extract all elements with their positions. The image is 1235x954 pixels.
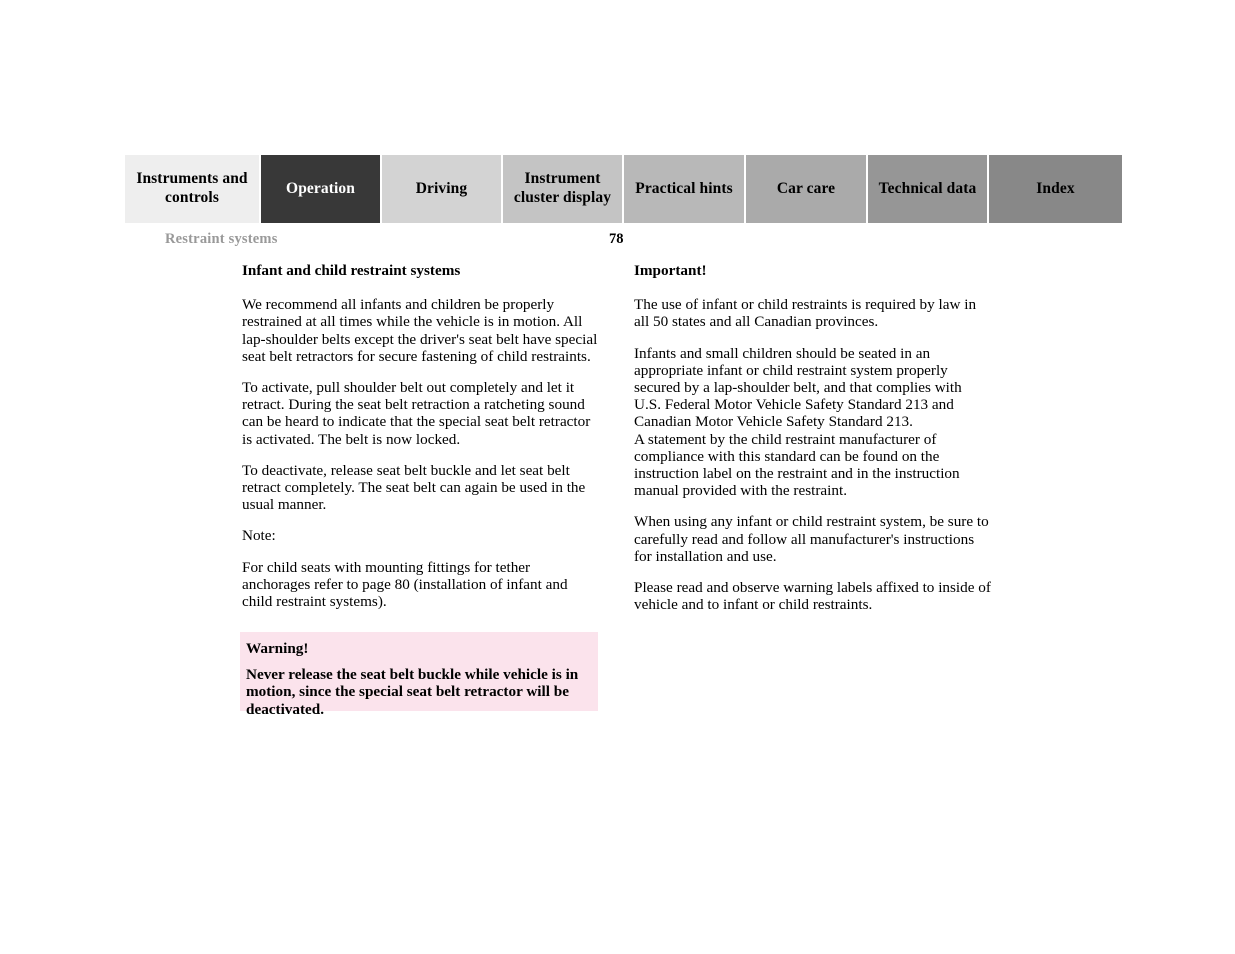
tab-label: Driving — [415, 179, 468, 197]
paragraph: We recommend all infants and children be… — [242, 296, 598, 365]
tab-label: Operation — [286, 179, 355, 197]
tab-technical-data[interactable]: Technical data — [868, 155, 987, 223]
paragraph: To activate, pull shoulder belt out comp… — [242, 379, 591, 448]
paragraph: To deactivate, release seat belt buckle … — [242, 461, 586, 514]
tab-label: Technical data — [878, 179, 977, 197]
page-number: 78 — [609, 231, 624, 247]
note-label: Note: — [242, 527, 276, 545]
right-column-heading: Important! — [634, 262, 707, 279]
right-text-column: Important! The use of infant or child re… — [634, 262, 992, 627]
tab-label: Car care — [776, 179, 836, 197]
left-text-column: Infant and child restraint systems We re… — [242, 262, 598, 624]
left-column-heading: Infant and child restraint systems — [242, 262, 461, 279]
tab-label: Instruments and controls — [136, 170, 248, 206]
tab-practical-hints[interactable]: Practical hints — [624, 155, 744, 223]
running-head-title: Restraint systems — [165, 231, 278, 247]
chapter-tab-bar: Instruments and controls Operation Driving… — [125, 155, 1122, 223]
warning-title: Warning! — [246, 640, 309, 657]
paragraph: Infants and small children should be sea… — [634, 344, 962, 431]
tab-operation[interactable]: Operation — [261, 155, 380, 223]
manual-page: Instruments and controls Operation Driving… — [0, 0, 1235, 954]
tab-car-care[interactable]: Car care — [746, 155, 866, 223]
tab-instruments-and-controls[interactable]: Instruments and controls — [125, 155, 259, 223]
tab-driving[interactable]: Driving — [382, 155, 501, 223]
note-text: For child seats with mounting fittings f… — [242, 558, 568, 611]
paragraph: A statement by the child restraint manuf… — [634, 430, 960, 500]
paragraph: The use of infant or child restraints is… — [634, 296, 977, 331]
running-head: Restraint systems 78 — [165, 231, 1108, 251]
tab-label: Index — [1036, 179, 1075, 197]
tab-label: Instrument cluster display — [513, 170, 612, 206]
tab-index[interactable]: Index — [989, 155, 1122, 223]
tab-instrument-cluster-display[interactable]: Instrument cluster display — [503, 155, 622, 223]
tab-label: Practical hints — [635, 179, 733, 197]
paragraph: Please read and observe warning labels a… — [634, 579, 991, 614]
warning-text: Never release the seat belt buckle while… — [246, 666, 579, 718]
warning-callout-box: Warning! Never release the seat belt buc… — [240, 632, 598, 718]
paragraph: When using any infant or child restraint… — [634, 513, 989, 565]
